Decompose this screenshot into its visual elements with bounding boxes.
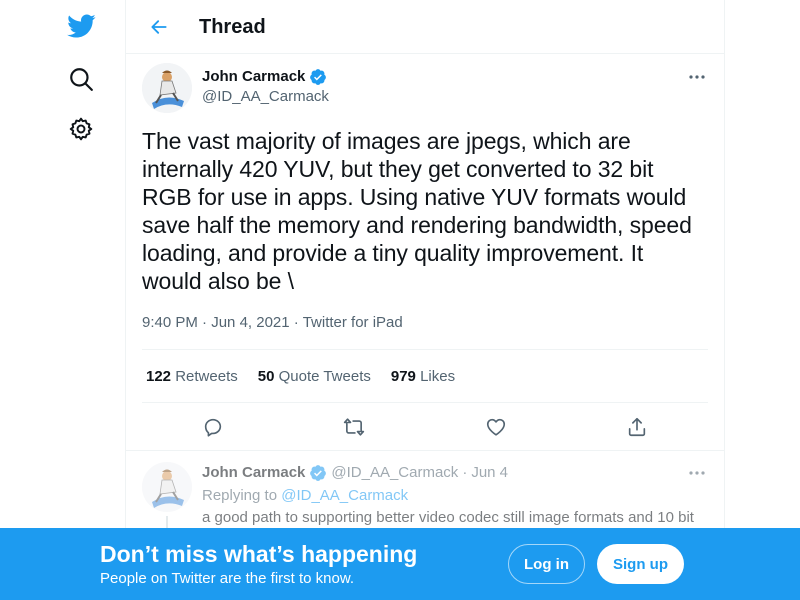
replying-to: Replying to @ID_AA_Carmack	[202, 486, 408, 506]
author-name-row: John Carmack	[202, 67, 327, 87]
reply-author-handle[interactable]: @ID_AA_Carmack	[331, 463, 458, 483]
author-name: John Carmack	[202, 68, 306, 85]
banner-subtitle: People on Twitter are the first to know.	[100, 570, 355, 587]
retweet-icon[interactable]	[342, 415, 366, 439]
tweet-date[interactable]: Jun 4, 2021	[211, 314, 289, 331]
thread-header: Thread	[126, 0, 724, 54]
arrow-left-icon[interactable]	[142, 10, 176, 44]
retweets-label: Retweets	[175, 367, 238, 385]
tweet-stats: 122 Retweets 50 Quote Tweets 979 Likes	[142, 349, 708, 403]
reply-text: a good path to supporting better video c…	[202, 509, 694, 526]
more-options-icon[interactable]	[686, 67, 708, 87]
search-icon[interactable]	[64, 62, 98, 96]
signup-banner: Don’t miss what’s happening People on Tw…	[0, 528, 800, 600]
tweet-time[interactable]: 9:40 PM	[142, 314, 198, 331]
tweet-author[interactable]: John Carmack @ID_AA_Carmack	[202, 67, 329, 107]
meta-separator: ·	[293, 314, 299, 331]
likes-stat[interactable]: 979 Likes	[391, 368, 455, 385]
log-in-button[interactable]: Log in	[508, 544, 585, 584]
gear-icon[interactable]	[64, 112, 98, 146]
retweets-count: 122	[146, 367, 172, 385]
avatar[interactable]	[142, 462, 192, 512]
replying-to-link[interactable]: @ID_AA_Carmack	[281, 487, 408, 504]
left-navigation	[0, 0, 126, 600]
verified-badge-icon	[309, 68, 327, 86]
more-options-icon[interactable]	[686, 463, 708, 483]
retweets-stat[interactable]: 122 Retweets	[146, 368, 238, 385]
banner-title: Don’t miss what’s happening	[100, 541, 418, 567]
tweet-actions	[142, 403, 708, 451]
quote-tweets-count: 50	[257, 367, 275, 385]
replying-to-label: Replying to	[202, 487, 278, 504]
tweet-metadata: 9:40 PM · Jun 4, 2021 · Twitter for iPad	[142, 313, 403, 333]
meta-separator: ·	[202, 314, 208, 331]
likes-count: 979	[390, 367, 416, 385]
reply-date[interactable]: Jun 4	[471, 463, 508, 483]
twitter-bird-icon[interactable]	[64, 9, 98, 43]
reply-header: John Carmack @ID_AA_Carmack · Jun 4	[202, 463, 508, 483]
tweet-text: The vast majority of images are jpegs, w…	[142, 128, 692, 294]
like-icon[interactable]	[484, 415, 508, 439]
page-title: Thread	[199, 16, 266, 38]
tweet-source[interactable]: Twitter for iPad	[303, 314, 403, 331]
main-column: Thread John Carmack @ID_AA_Carmack The v…	[125, 0, 725, 600]
likes-label: Likes	[420, 367, 456, 385]
share-icon[interactable]	[625, 415, 649, 439]
reply-icon[interactable]	[201, 415, 225, 439]
divider	[126, 450, 724, 451]
verified-badge-icon	[309, 464, 327, 482]
quote-tweets-label: Quote Tweets	[278, 367, 371, 385]
avatar[interactable]	[142, 63, 192, 113]
reply-author-name[interactable]: John Carmack	[202, 463, 305, 483]
quote-tweets-stat[interactable]: 50 Quote Tweets	[258, 368, 371, 385]
author-handle: @ID_AA_Carmack	[202, 88, 329, 105]
meta-separator: ·	[462, 464, 468, 481]
sign-up-button[interactable]: Sign up	[597, 544, 684, 584]
